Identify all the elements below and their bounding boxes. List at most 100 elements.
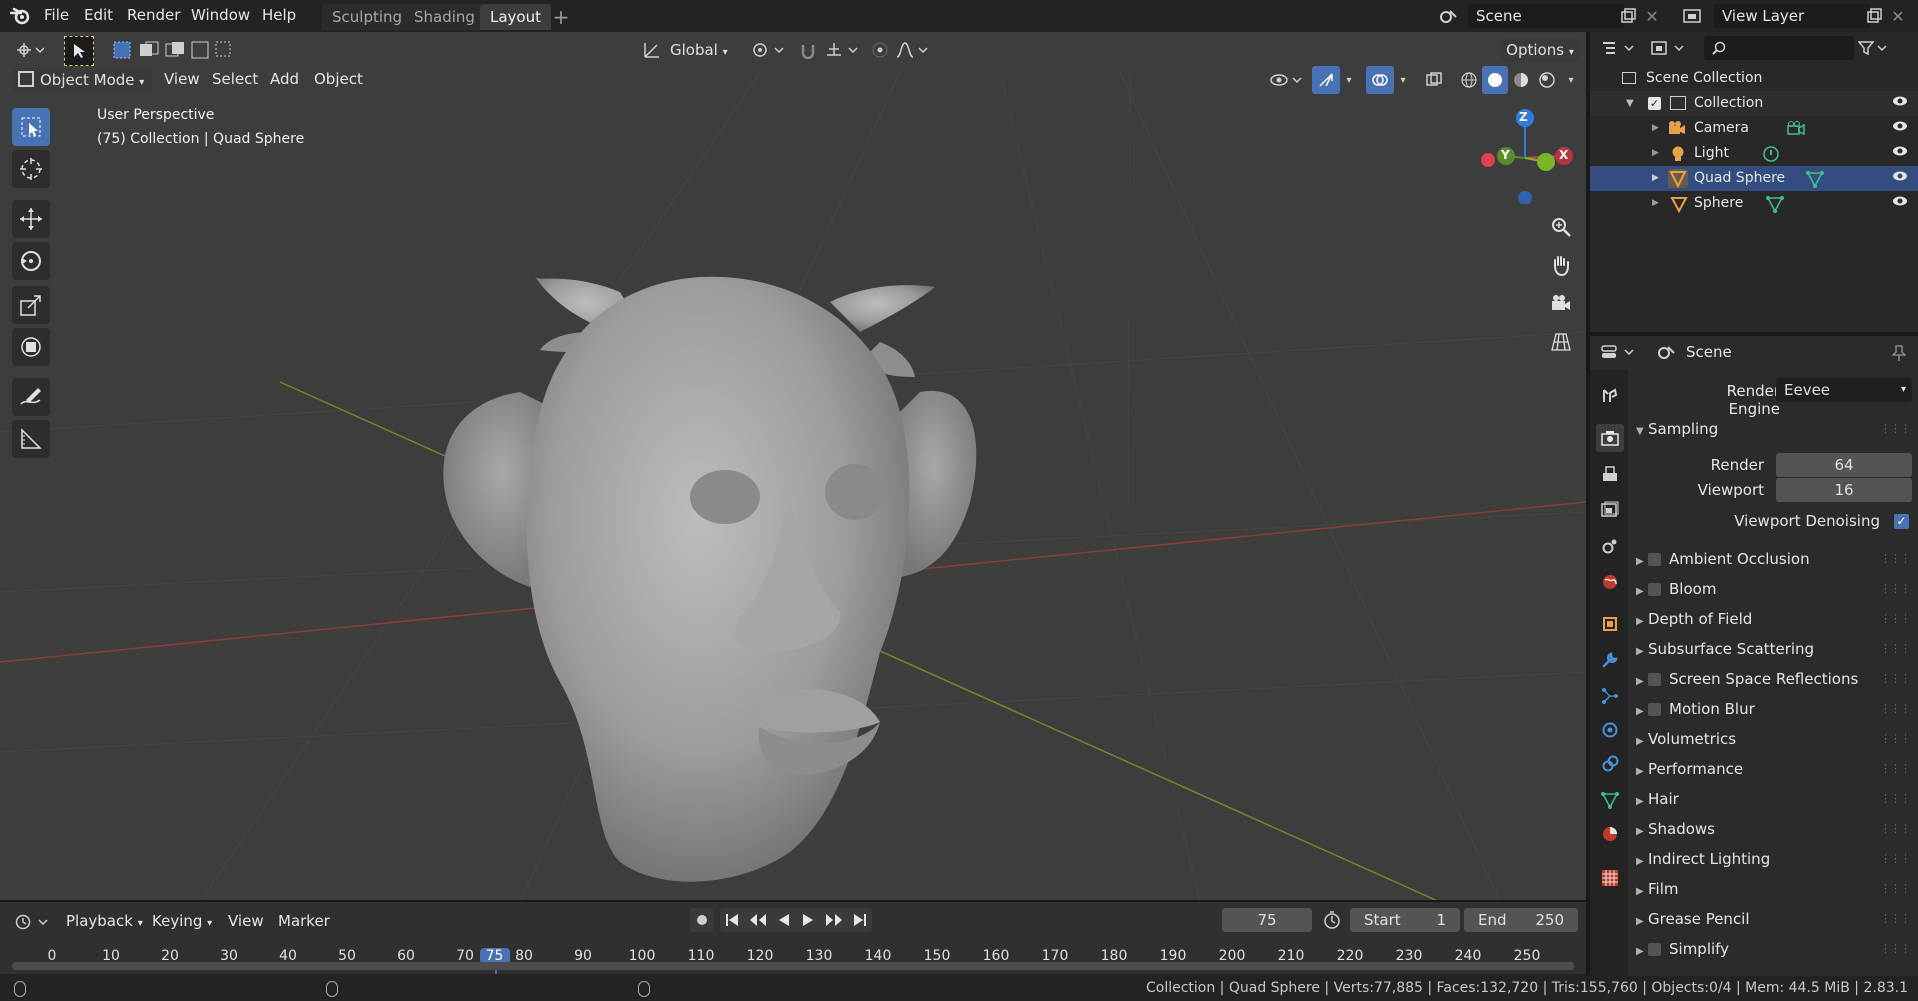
- xray-toggle-icon[interactable]: [1422, 68, 1446, 92]
- visibility-selectability-icon[interactable]: [1266, 68, 1306, 92]
- menu-window[interactable]: Window: [191, 0, 250, 32]
- zoom-icon[interactable]: [1546, 212, 1576, 242]
- panel-enable-checkbox[interactable]: [1648, 553, 1661, 566]
- drag-handle-icon[interactable]: ⋮⋮⋮: [1880, 664, 1911, 694]
- drag-handle-icon[interactable]: ⋮⋮⋮: [1880, 874, 1911, 904]
- expand-arrow-icon[interactable]: ▶: [1652, 116, 1659, 141]
- pin-icon[interactable]: [1888, 342, 1910, 364]
- pan-hand-icon[interactable]: [1546, 250, 1576, 280]
- expand-arrow-icon[interactable]: ▶: [1652, 191, 1659, 216]
- outliner-row-quad-sphere[interactable]: ▶ Quad Sphere: [1590, 166, 1918, 191]
- physics-tab-icon[interactable]: [1596, 716, 1624, 744]
- timeline-scrollbar[interactable]: [12, 962, 1574, 970]
- panel-header-performance[interactable]: ▶ Performance ⋮⋮⋮: [1632, 754, 1918, 784]
- 3d-viewport[interactable]: [0, 32, 1586, 902]
- scene-tab-icon[interactable]: [1596, 532, 1624, 560]
- particles-tab-icon[interactable]: [1596, 682, 1624, 710]
- drag-handle-icon[interactable]: ⋮⋮⋮: [1880, 844, 1911, 874]
- scene-icon[interactable]: [1432, 4, 1466, 28]
- display-mode-icon[interactable]: [1648, 36, 1688, 60]
- orientation-dropdown[interactable]: Global ▾: [664, 38, 740, 62]
- plus-icon[interactable]: +: [550, 5, 572, 29]
- outliner-row-sphere[interactable]: ▶ Sphere: [1590, 191, 1918, 216]
- menu-render[interactable]: Render: [127, 0, 180, 32]
- panel-header-indirect-lighting[interactable]: ▶ Indirect Lighting ⋮⋮⋮: [1632, 844, 1918, 874]
- menu-file[interactable]: File: [44, 0, 69, 32]
- playback-controls[interactable]: [720, 908, 872, 932]
- timeline-menu-marker[interactable]: Marker: [278, 906, 330, 938]
- record-icon[interactable]: [690, 908, 714, 932]
- new-view-layer-icon[interactable]: [1864, 6, 1884, 26]
- panel-enable-checkbox[interactable]: [1648, 673, 1661, 686]
- material-tab-icon[interactable]: [1596, 820, 1624, 848]
- new-scene-icon[interactable]: [1618, 6, 1638, 26]
- viewport-menu-select[interactable]: Select: [212, 64, 258, 96]
- panel-header-depth-of-field[interactable]: ▶ Depth of Field ⋮⋮⋮: [1632, 604, 1918, 634]
- outliner-row-camera[interactable]: ▶ Camera: [1590, 116, 1918, 141]
- expand-arrow-icon[interactable]: ▶: [1652, 141, 1659, 166]
- tab-sculpting[interactable]: Sculpting: [322, 4, 413, 30]
- panel-enable-checkbox[interactable]: [1648, 583, 1661, 596]
- sampling-panel-header[interactable]: ▼ Sampling ⋮⋮⋮: [1632, 414, 1918, 444]
- object-data-tab-icon[interactable]: [1596, 786, 1624, 814]
- shading-solid-icon[interactable]: [1482, 66, 1508, 94]
- drag-handle-icon[interactable]: ⋮⋮⋮: [1880, 694, 1911, 724]
- eye-icon[interactable]: [1892, 166, 1908, 191]
- timeline-menu-keying[interactable]: Keying ▾: [152, 906, 212, 938]
- close-scene-icon[interactable]: ✕: [1642, 6, 1662, 26]
- options-dropdown[interactable]: Options ▾: [1500, 38, 1580, 62]
- perspective-toggle-icon[interactable]: [1546, 326, 1576, 356]
- snap-target-icon[interactable]: [822, 38, 862, 62]
- panel-header-film[interactable]: ▶ Film ⋮⋮⋮: [1632, 874, 1918, 904]
- expand-arrow-icon[interactable]: ▶: [1652, 166, 1659, 191]
- panel-header-simplify[interactable]: ▶ Simplify ⋮⋮⋮: [1632, 934, 1918, 964]
- exclude-checkbox-icon[interactable]: ✓: [1648, 97, 1661, 110]
- timeline-menu-playback[interactable]: Playback ▾: [66, 906, 143, 938]
- drag-handle-icon[interactable]: ⋮⋮⋮: [1880, 784, 1911, 814]
- editor-type-icon[interactable]: [10, 38, 50, 62]
- world-tab-icon[interactable]: [1596, 568, 1624, 596]
- outliner-search-input[interactable]: [1704, 36, 1854, 60]
- panel-enable-checkbox[interactable]: [1648, 703, 1661, 716]
- timeline-editor-type-icon[interactable]: [12, 910, 52, 934]
- selection-mode-buttons[interactable]: [110, 38, 234, 62]
- timeline-menu-view[interactable]: View: [228, 906, 264, 938]
- gizmo-toggle-icon[interactable]: [1312, 66, 1340, 94]
- panel-header-ambient-occlusion[interactable]: ▶ Ambient Occlusion ⋮⋮⋮: [1632, 544, 1918, 574]
- panel-header-grease-pencil[interactable]: ▶ Grease Pencil ⋮⋮⋮: [1632, 904, 1918, 934]
- view-layer-icon[interactable]: [1676, 4, 1710, 28]
- snap-icon[interactable]: [796, 38, 820, 62]
- shading-material-icon[interactable]: [1508, 68, 1534, 92]
- close-view-layer-icon[interactable]: ✕: [1888, 6, 1908, 26]
- eye-icon[interactable]: [1892, 191, 1908, 216]
- scene-field[interactable]: Scene: [1468, 4, 1624, 28]
- shading-rendered-icon[interactable]: [1534, 68, 1560, 92]
- object-tab-icon[interactable]: [1596, 610, 1624, 638]
- drag-handle-icon[interactable]: ⋮⋮⋮: [1880, 754, 1911, 784]
- scale-tool-icon[interactable]: [12, 286, 50, 324]
- view-layer-tab-icon[interactable]: [1596, 496, 1624, 524]
- outliner-editor-type-icon[interactable]: [1598, 36, 1638, 60]
- select-box-tool-icon[interactable]: [64, 36, 94, 66]
- drag-handle-icon[interactable]: ⋮⋮⋮: [1880, 814, 1911, 844]
- quad-sphere-mesh[interactable]: [0, 32, 1586, 902]
- render-tab-icon[interactable]: [1596, 424, 1624, 452]
- preview-range-icon[interactable]: [1320, 908, 1344, 932]
- eye-icon[interactable]: [1892, 116, 1908, 141]
- expand-arrow-icon[interactable]: ▼: [1626, 91, 1634, 116]
- drag-handle-icon[interactable]: ⋮⋮⋮: [1880, 724, 1911, 754]
- annotate-tool-icon[interactable]: [12, 378, 50, 416]
- drag-handle-icon[interactable]: ⋮⋮⋮: [1880, 604, 1911, 634]
- drag-handle-icon[interactable]: ⋮⋮⋮: [1880, 544, 1911, 574]
- blender-logo-icon[interactable]: [8, 4, 32, 28]
- menu-edit[interactable]: Edit: [84, 0, 113, 32]
- panel-header-shadows[interactable]: ▶ Shadows ⋮⋮⋮: [1632, 814, 1918, 844]
- menu-help[interactable]: Help: [262, 0, 296, 32]
- drag-handle-icon[interactable]: ⋮⋮⋮: [1880, 934, 1911, 964]
- overlays-toggle-icon[interactable]: [1366, 66, 1394, 94]
- tool-tab-icon[interactable]: [1596, 382, 1624, 410]
- rotate-tool-icon[interactable]: [12, 242, 50, 280]
- panel-header-subsurface-scattering[interactable]: ▶ Subsurface Scattering ⋮⋮⋮: [1632, 634, 1918, 664]
- drag-handle-icon[interactable]: ⋮⋮⋮: [1880, 574, 1911, 604]
- viewport-menu-view[interactable]: View: [164, 64, 200, 96]
